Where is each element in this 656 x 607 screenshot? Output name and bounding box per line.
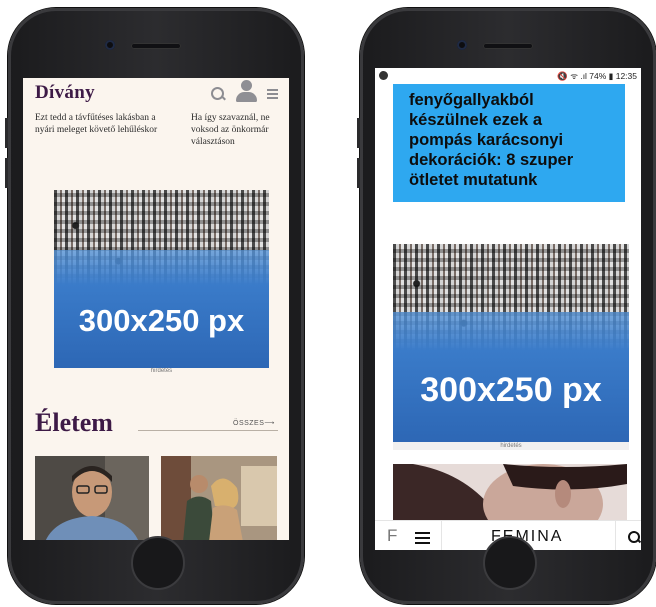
search-icon[interactable] [628,531,640,543]
ad-banner[interactable]: 300x250 px [393,244,629,442]
section-title-eletem: Életem [35,408,113,437]
section-divider [138,430,278,431]
left-phone-mockup: Dívány Ezt tedd a távfűtéses lakásban a … [5,8,304,604]
article-title[interactable]: fenyőgallyakból készülnek ezek a pompás … [409,90,619,190]
home-button [131,536,185,590]
volume-down-button [5,158,8,188]
volume-up-button [5,118,8,148]
ad-size-label: 300x250 px [420,371,602,409]
user-icon[interactable] [235,80,257,104]
hamburger-menu-icon[interactable] [267,89,278,101]
teaser-link-election[interactable]: Ha így szavaznál, ne voksod az önkormár … [191,112,289,148]
article-card[interactable]: fenyőgallyakból készülnek ezek a pompás … [393,84,625,202]
nav-separator [441,521,442,550]
home-button [483,536,537,590]
hamburger-menu-icon[interactable] [415,532,430,547]
volume-up-button [357,118,360,148]
all-articles-link[interactable]: ÖSSZES⟶ [233,419,275,427]
status-indicators: 🔇 ᯤ .ıl 74% ▮ 12:35 [557,71,637,81]
ad-label: hirdetés [150,368,173,374]
front-camera [457,40,467,50]
article-thumbnail-couple[interactable] [161,456,277,540]
right-phone-mockup: 🔇 ᯤ .ıl 74% ▮ 12:35 fenyőgallyakból kész… [357,8,656,604]
ad-banner[interactable]: 300x250 px [54,190,269,368]
divany-logo[interactable]: Dívány [35,82,95,104]
volume-down-button [357,158,360,188]
left-phone-screen: Dívány Ezt tedd a távfűtéses lakásban a … [23,78,289,540]
earpiece-speaker [131,43,181,49]
right-phone-screen: 🔇 ᯤ .ıl 74% ▮ 12:35 fenyőgallyakból kész… [375,68,641,550]
article-photo-woman[interactable] [393,464,627,524]
search-icon[interactable] [211,87,224,100]
ad-size-label: 300x250 px [78,303,245,338]
app-notification-icon [379,71,388,80]
article-thumbnail-man[interactable] [35,456,149,540]
teaser-link-heating[interactable]: Ezt tedd a távfűtéses lakásban a nyári m… [35,112,180,136]
front-camera [105,40,115,50]
earpiece-speaker [483,43,533,49]
divany-header: Dívány [23,78,289,106]
ad-label: hirdetés [393,442,629,450]
nav-separator [615,521,616,550]
femina-f-icon[interactable]: F [387,526,397,546]
status-bar: 🔇 ᯤ .ıl 74% ▮ 12:35 [375,68,641,84]
